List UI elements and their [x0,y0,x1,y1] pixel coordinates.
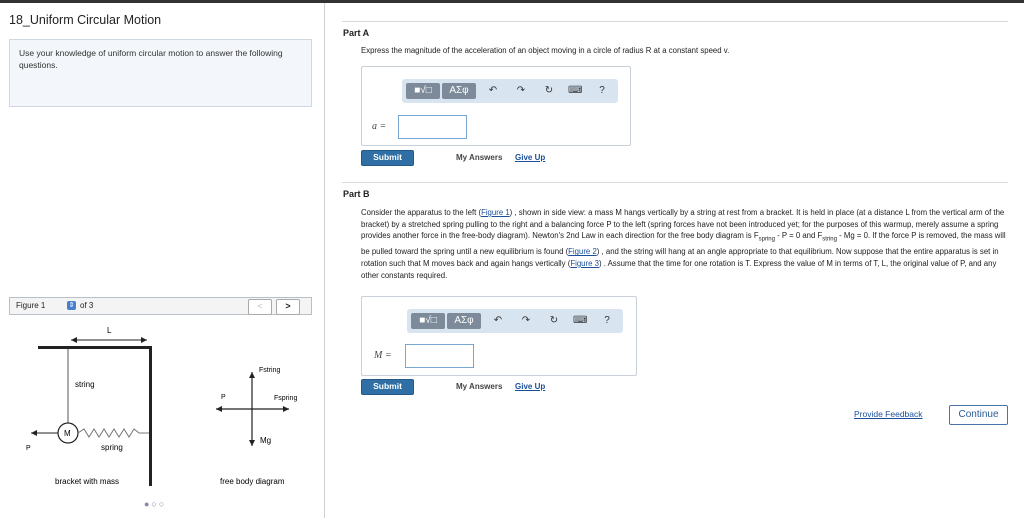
fbd-down-arrow [249,440,255,446]
continue-button[interactable]: Continue [949,405,1008,425]
undo-icon[interactable]: ↶ [486,83,500,99]
greek-icon[interactable]: ΑΣφ [447,313,481,329]
figure-next-button[interactable]: > [276,299,300,315]
provide-feedback-link[interactable]: Provide Feedback [854,409,923,419]
figure-label: Figure 1 [16,301,46,310]
reset-icon[interactable]: ↻ [542,83,556,99]
label-P: P [26,445,31,452]
P-arrow-head [31,430,37,436]
figure-select-icon[interactable]: ⇕ [67,301,76,310]
sub-string: string [822,236,837,243]
figure-diagram: L string M spring P bracket with mass Fs… [26,326,297,486]
figure-toolbar: Figure 1 ⇕ of 3 < > [9,297,312,315]
partB-my-answers[interactable]: My Answers [456,382,502,391]
label-fbd-P: P [221,394,226,401]
spring-coil [77,428,149,438]
redo-icon[interactable]: ↷ [514,83,528,99]
label-L: L [107,326,112,335]
template-icon[interactable]: ■√□ [411,313,445,329]
redo-icon[interactable]: ↷ [519,313,533,329]
partB-text-1: Consider the apparatus to the left ( [361,208,482,217]
bracket-arm [149,346,152,486]
partB-answer-box: ■√□ ΑΣφ ↶ ↷ ↻ ⌨ ? M = [361,296,637,376]
partB-submit-button[interactable]: Submit [361,379,414,395]
label-fstring: Fstring [259,367,281,374]
partA-give-up[interactable]: Give Up [515,153,545,162]
partA-answer-input[interactable] [398,115,467,139]
partA-var-label: a = [372,121,387,132]
fbd-left-arrow [216,406,222,412]
label-Mg: Mg [260,436,271,445]
label-bracket: bracket with mass [55,477,119,486]
label-spring: spring [101,443,123,452]
figure-pager[interactable]: ●○○ [144,499,166,509]
figure2-link[interactable]: Figure 2 [568,247,597,256]
partB-give-up[interactable]: Give Up [515,382,545,391]
greek-icon[interactable]: ΑΣφ [442,83,476,99]
help-icon[interactable]: ? [595,83,609,99]
figure-prev-button[interactable]: < [248,299,272,315]
partA-heading: Part A [343,28,370,38]
undo-icon[interactable]: ↶ [491,313,505,329]
partB-var-label: M = [374,350,392,361]
figure1-link[interactable]: Figure 1 [481,208,510,217]
partA-my-answers[interactable]: My Answers [456,153,502,162]
figure-count: of 3 [80,301,94,310]
figure3-link[interactable]: Figure 3 [570,259,599,268]
template-icon[interactable]: ■√□ [406,83,440,99]
intro-box: Use your knowledge of uniform circular m… [9,39,312,107]
divider-partB [342,182,1008,183]
keyboard-icon[interactable]: ⌨ [573,313,587,329]
partB-answer-input[interactable] [405,344,474,368]
L-arrow-right [141,337,147,343]
partB-heading: Part B [343,189,370,199]
keyboard-icon[interactable]: ⌨ [568,83,582,99]
partA-submit-button[interactable]: Submit [361,150,414,166]
partB-toolbar: ■√□ ΑΣφ ↶ ↷ ↻ ⌨ ? [407,309,623,333]
L-arrow-left [71,337,77,343]
partA-question: Express the magnitude of the acceleratio… [361,46,730,55]
sub-spring: spring [758,236,775,243]
label-string: string [75,380,95,389]
partB-question: Consider the apparatus to the left (Figu… [361,207,1009,281]
bracket-top [38,346,152,349]
label-fspring: Fspring [274,395,297,402]
partA-answer-box: ■√□ ΑΣφ ↶ ↷ ↻ ⌨ ? a = [361,66,631,146]
partA-toolbar: ■√□ ΑΣφ ↶ ↷ ↻ ⌨ ? [402,79,618,103]
help-icon[interactable]: ? [600,313,614,329]
label-fbd: free body diagram [220,477,285,486]
label-M: M [64,429,71,438]
fbd-right-arrow [283,406,289,412]
fbd-up-arrow [249,372,255,378]
divider-top [342,21,1008,22]
page-title: 18_Uniform Circular Motion [9,13,162,27]
partB-text-3: - P = 0 and F [774,231,823,241]
reset-icon[interactable]: ↻ [547,313,561,329]
